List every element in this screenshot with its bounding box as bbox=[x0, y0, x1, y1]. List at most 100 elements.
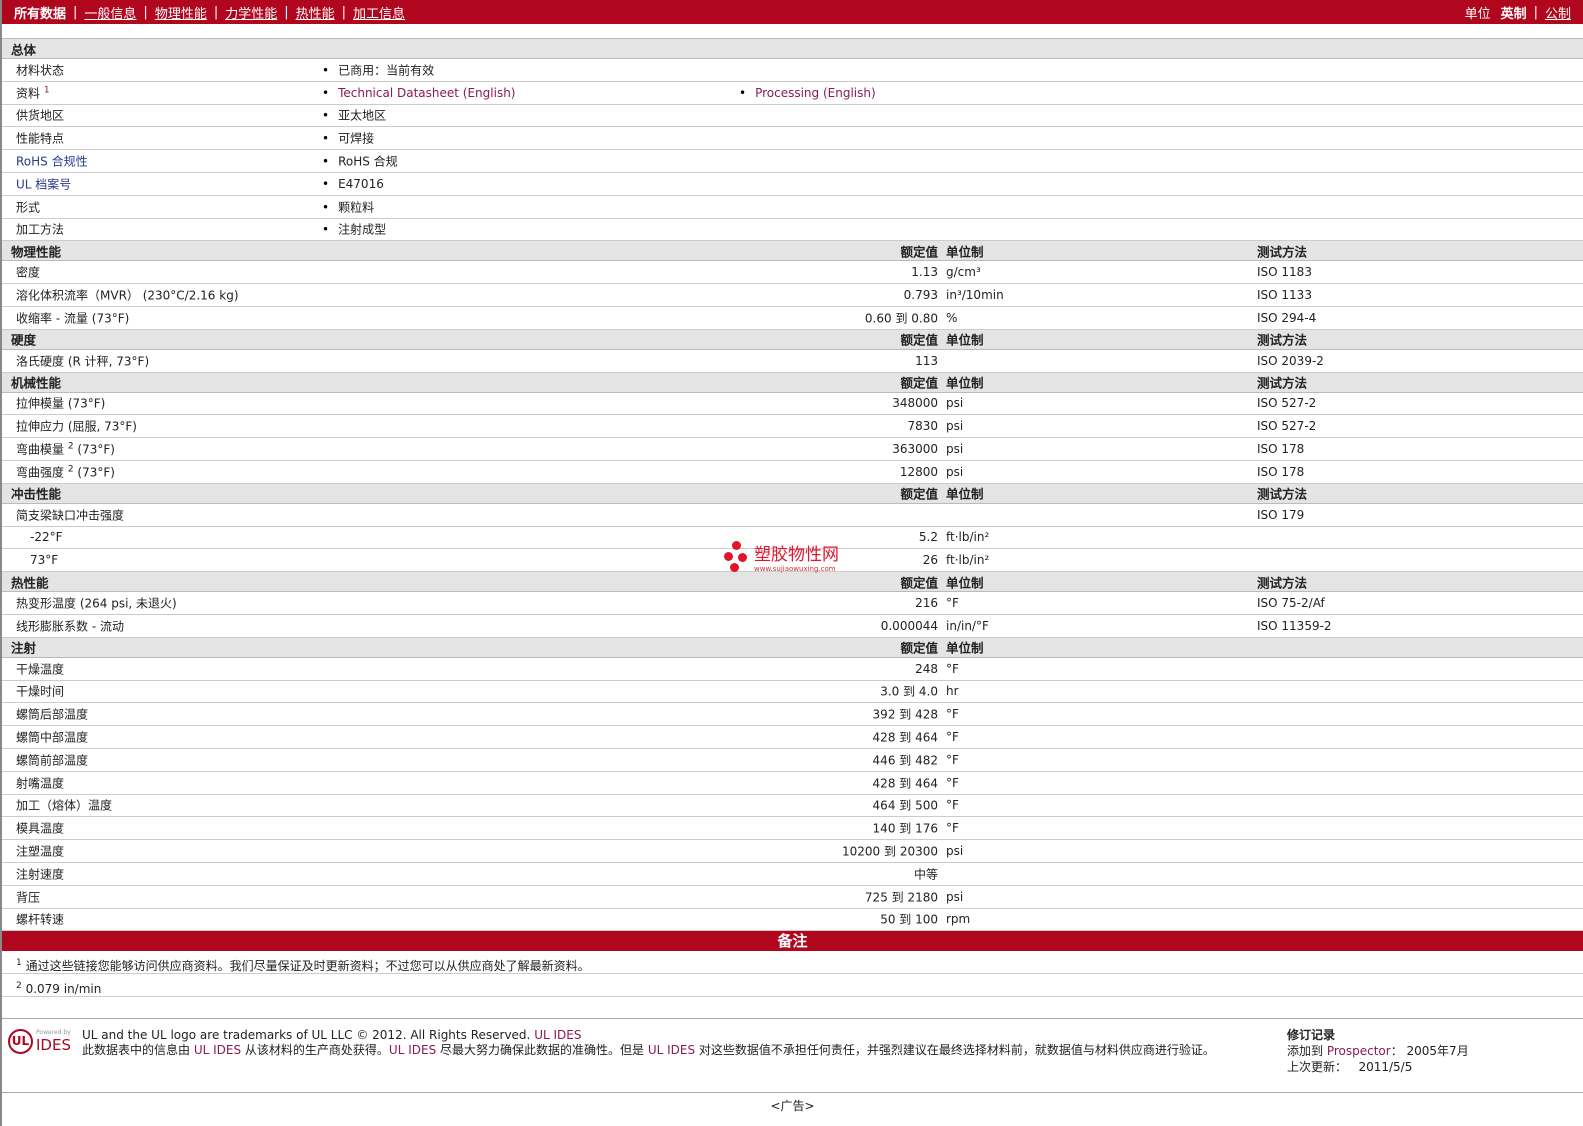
property-name: RoHS 合规性 bbox=[16, 153, 88, 170]
property-label: 射嘴温度 bbox=[16, 776, 65, 791]
table-row: 螺筒后部温度 392 到 428 °F bbox=[2, 703, 1583, 727]
nominal-value: 363000 bbox=[892, 442, 938, 457]
nominal-value: 140 到 176 bbox=[872, 821, 938, 836]
table-row: 模具温度 140 到 176 °F bbox=[2, 817, 1583, 841]
property-name: 供货地区 bbox=[16, 107, 64, 124]
nominal-value: 446 到 482 bbox=[872, 753, 938, 768]
table-row: 干燥温度 248 °F bbox=[2, 658, 1583, 681]
unit: °F bbox=[946, 661, 959, 676]
property-name: 干燥时间 bbox=[16, 683, 64, 700]
property-label: 密度 bbox=[16, 265, 41, 280]
value-header: 额定值 bbox=[900, 244, 938, 260]
updated-label: 上次更新： bbox=[1287, 1060, 1348, 1074]
footnote-number: 2 bbox=[16, 981, 22, 992]
property-name: UL 档案号 bbox=[16, 175, 71, 192]
footer-text: UL and the UL logo are trademarks of UL … bbox=[82, 1028, 1272, 1058]
method-header: 测试方法 bbox=[1257, 332, 1308, 348]
section-title: 硬度 bbox=[11, 332, 37, 348]
tab-2[interactable]: 物理性能 bbox=[155, 3, 207, 22]
separator: | bbox=[213, 4, 219, 20]
nominal-value: 428 到 464 bbox=[872, 776, 938, 791]
unit-imperial[interactable]: 英制 bbox=[1501, 3, 1527, 22]
property-name: 加工方法 bbox=[16, 221, 64, 238]
section-title: 热性能 bbox=[11, 575, 49, 591]
property-label: 供货地区 bbox=[16, 108, 65, 123]
table-row: 供货地区 亚太地区 bbox=[2, 105, 1583, 128]
processing-link[interactable]: Processing (English) bbox=[739, 86, 876, 100]
property-label[interactable]: RoHS 合规性 bbox=[16, 155, 88, 169]
tab-4[interactable]: 热性能 bbox=[296, 3, 335, 22]
value-header: 额定值 bbox=[900, 486, 938, 502]
nominal-value: 216 bbox=[915, 596, 938, 611]
unit: °F bbox=[946, 821, 959, 836]
property-name: 螺筒后部温度 bbox=[16, 706, 88, 723]
unit-metric-link[interactable]: 公制 bbox=[1545, 3, 1571, 22]
table-row: 线形膨胀系数 - 流动 0.000044 in/in/°F ISO 11359-2 bbox=[2, 615, 1583, 638]
property-label: -22°F bbox=[30, 530, 63, 545]
datasheet-link[interactable]: Technical Datasheet (English) bbox=[322, 86, 515, 100]
property-value: 注射成型 bbox=[322, 221, 386, 238]
property-label: 螺筒中部温度 bbox=[16, 730, 89, 745]
unit: psi bbox=[946, 396, 964, 411]
separator: | bbox=[1533, 4, 1538, 20]
property-name: 洛氏硬度 (R 计秤, 73°F) bbox=[16, 352, 149, 369]
disclaimer-text: 尽最大努力确保此数据的准确性。但是 bbox=[436, 1043, 648, 1057]
property-label: 加工（熔体）温度 bbox=[16, 798, 113, 813]
tab-0[interactable]: 所有数据 bbox=[14, 3, 66, 22]
separator: | bbox=[73, 4, 78, 20]
section-header: 物理性能 额定值 单位制 测试方法 bbox=[2, 241, 1583, 262]
table-row: 简支梁缺口冲击强度 ISO 179 bbox=[2, 504, 1583, 527]
section-title: 机械性能 bbox=[11, 375, 62, 391]
test-method: ISO 179 bbox=[1257, 507, 1305, 522]
tab-5[interactable]: 加工信息 bbox=[353, 3, 405, 22]
unit: ft·lb/in² bbox=[946, 553, 990, 568]
section-title: 注射 bbox=[11, 640, 37, 656]
property-value: 颗粒料 bbox=[322, 198, 374, 215]
ul-ides-link[interactable]: UL IDES bbox=[534, 1028, 581, 1042]
property-name: 螺杆转速 bbox=[16, 911, 64, 928]
table-row: 干燥时间 3.0 到 4.0 hr bbox=[2, 681, 1583, 704]
property-value: 已商用：当前有效 bbox=[322, 61, 434, 78]
prospector-link[interactable]: Prospector bbox=[1327, 1044, 1391, 1058]
table-row: 密度 1.13 g/cm³ ISO 1183 bbox=[2, 261, 1583, 285]
unit: °F bbox=[946, 752, 959, 767]
property-label: 弯曲模量 bbox=[16, 442, 65, 457]
table-row: UL 档案号 E47016 bbox=[2, 173, 1583, 196]
property-name: 螺筒中部温度 bbox=[16, 729, 88, 746]
property-label: 加工方法 bbox=[16, 222, 65, 237]
test-method: ISO 178 bbox=[1257, 442, 1305, 457]
property-label[interactable]: UL 档案号 bbox=[16, 177, 71, 191]
tab-3[interactable]: 力学性能 bbox=[225, 3, 277, 22]
method-header: 测试方法 bbox=[1257, 375, 1308, 391]
ul-ides-link[interactable]: UL IDES bbox=[194, 1043, 241, 1057]
disclaimer-text: 从该材料的生产商处获得。 bbox=[241, 1043, 389, 1057]
separator: | bbox=[341, 4, 347, 20]
ul-ides-link[interactable]: UL IDES bbox=[389, 1043, 436, 1057]
table-row: 性能特点 可焊接 bbox=[2, 127, 1583, 151]
property-condition: (73°F) bbox=[73, 442, 115, 457]
property-name: 73°F bbox=[30, 553, 58, 567]
section-title: 总体 bbox=[11, 42, 37, 57]
nominal-value: 12800 bbox=[899, 464, 938, 479]
unit: % bbox=[946, 310, 958, 325]
revision-history: 修订记录 添加到 Prospector： 2005年7月 上次更新： 2011/… bbox=[1287, 1027, 1469, 1075]
table-row: 弯曲强度 2 (73°F) 12800 psi ISO 178 bbox=[2, 461, 1583, 484]
property-label: 注塑温度 bbox=[16, 844, 65, 859]
nominal-value: 248 bbox=[915, 661, 938, 676]
nominal-value: 348000 bbox=[892, 396, 938, 411]
nominal-value: 464 到 500 bbox=[872, 798, 938, 813]
property-name: 弯曲模量 2 (73°F) bbox=[16, 441, 115, 458]
separator: | bbox=[284, 4, 289, 20]
tab-1[interactable]: 一般信息 bbox=[84, 3, 136, 22]
nominal-value: 0.793 bbox=[903, 288, 938, 303]
dots-icon bbox=[724, 540, 748, 573]
nominal-value: 725 到 2180 bbox=[864, 890, 938, 905]
unit: hr bbox=[946, 684, 959, 699]
section-header: 热性能 额定值 单位制 测试方法 bbox=[2, 572, 1583, 593]
table-row: 背压 725 到 2180 psi bbox=[2, 886, 1583, 909]
nominal-value: 7830 bbox=[907, 419, 938, 434]
ul-ides-link[interactable]: UL IDES bbox=[648, 1043, 695, 1057]
nominal-value: 428 到 464 bbox=[872, 730, 938, 745]
nominal-value: 5.2 bbox=[918, 530, 938, 545]
section-header: 机械性能 额定值 单位制 测试方法 bbox=[2, 372, 1583, 393]
